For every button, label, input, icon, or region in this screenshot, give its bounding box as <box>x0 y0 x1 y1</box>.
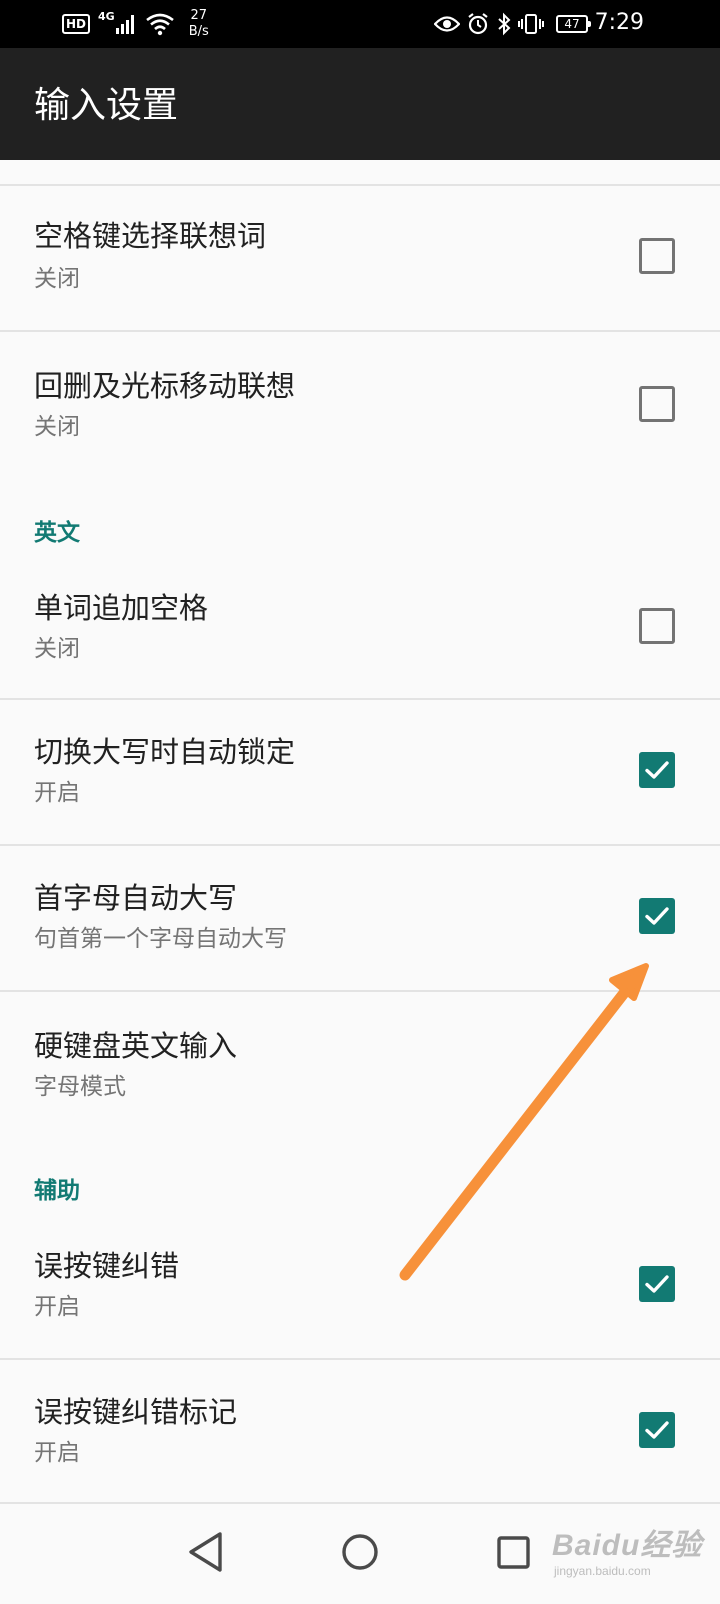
baidu-watermark-logo: Baidu经验 jingyan.baidu.com <box>552 1514 712 1586</box>
watermark-brand: Baidu经验 <box>552 1529 703 1562</box>
recents-square-icon <box>497 1536 530 1569</box>
nav-home-button[interactable] <box>312 1504 408 1600</box>
annotation-arrow-icon <box>399 963 649 1281</box>
home-circle-icon <box>342 1534 378 1570</box>
nav-recents-button[interactable] <box>464 1504 560 1600</box>
watermark-url: jingyan.baidu.com <box>554 1564 651 1578</box>
nav-back-button[interactable] <box>158 1504 254 1600</box>
back-triangle-icon <box>189 1532 222 1572</box>
